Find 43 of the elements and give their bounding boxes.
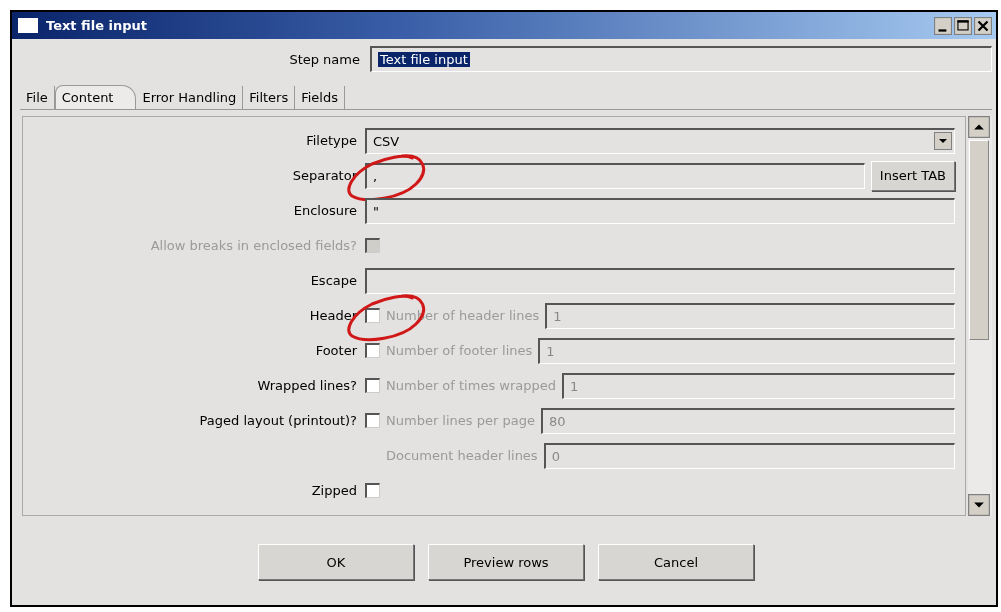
field-label: Allow breaks in enclosed fields? xyxy=(150,238,357,253)
scroll-thumb[interactable] xyxy=(969,140,989,340)
field-label: Document header lines xyxy=(386,448,538,463)
field-label: Escape xyxy=(310,273,357,288)
scroll-down-icon[interactable] xyxy=(968,494,990,516)
step-name-label: Step name xyxy=(288,51,360,67)
checkbox[interactable] xyxy=(365,378,380,393)
maximize-icon[interactable] xyxy=(954,16,972,35)
minimize-icon[interactable] xyxy=(934,16,952,35)
insert-tab-button[interactable]: Insert TAB xyxy=(870,160,955,191)
input-field[interactable]: " xyxy=(365,197,955,224)
tab[interactable]: Fields xyxy=(295,86,345,109)
scrollbar[interactable] xyxy=(968,116,992,516)
checkbox[interactable] xyxy=(365,413,380,428)
field-label: Paged layout (printout)? xyxy=(199,413,357,428)
tab[interactable]: Filters xyxy=(243,86,296,109)
field-label: Filetype xyxy=(306,133,357,148)
tab[interactable]: Error Handling xyxy=(136,86,244,109)
checkbox[interactable] xyxy=(365,308,380,323)
tab[interactable]: Content xyxy=(54,85,137,109)
close-icon[interactable] xyxy=(974,16,992,35)
separator-field[interactable]: , xyxy=(365,162,865,189)
field-label: Separator xyxy=(292,168,357,183)
window-title: Text file input xyxy=(46,18,148,33)
field-label: Number of times wrapped xyxy=(386,378,556,393)
dialog-button[interactable]: Preview rows xyxy=(428,544,584,580)
window-icon xyxy=(18,18,38,33)
step-name-field[interactable]: Text file input xyxy=(370,46,992,72)
dialog-button[interactable]: OK xyxy=(258,544,414,580)
field-label: Enclosure xyxy=(293,203,357,218)
input-field[interactable] xyxy=(365,267,955,294)
scroll-up-icon[interactable] xyxy=(968,116,990,138)
tab[interactable]: File xyxy=(20,86,55,109)
checkbox[interactable] xyxy=(365,343,380,358)
field-label: Footer xyxy=(315,343,357,358)
field-label: Zipped xyxy=(311,483,357,498)
field-label: Wrapped lines? xyxy=(257,378,357,393)
dialog-button[interactable]: Cancel xyxy=(598,544,754,580)
field-label: Number lines per page xyxy=(386,413,535,428)
field-label: Header xyxy=(309,308,357,323)
checkbox[interactable] xyxy=(365,483,380,498)
field-label: Number of footer lines xyxy=(386,343,533,358)
filetype-dropdown[interactable]: CSV xyxy=(365,127,955,154)
